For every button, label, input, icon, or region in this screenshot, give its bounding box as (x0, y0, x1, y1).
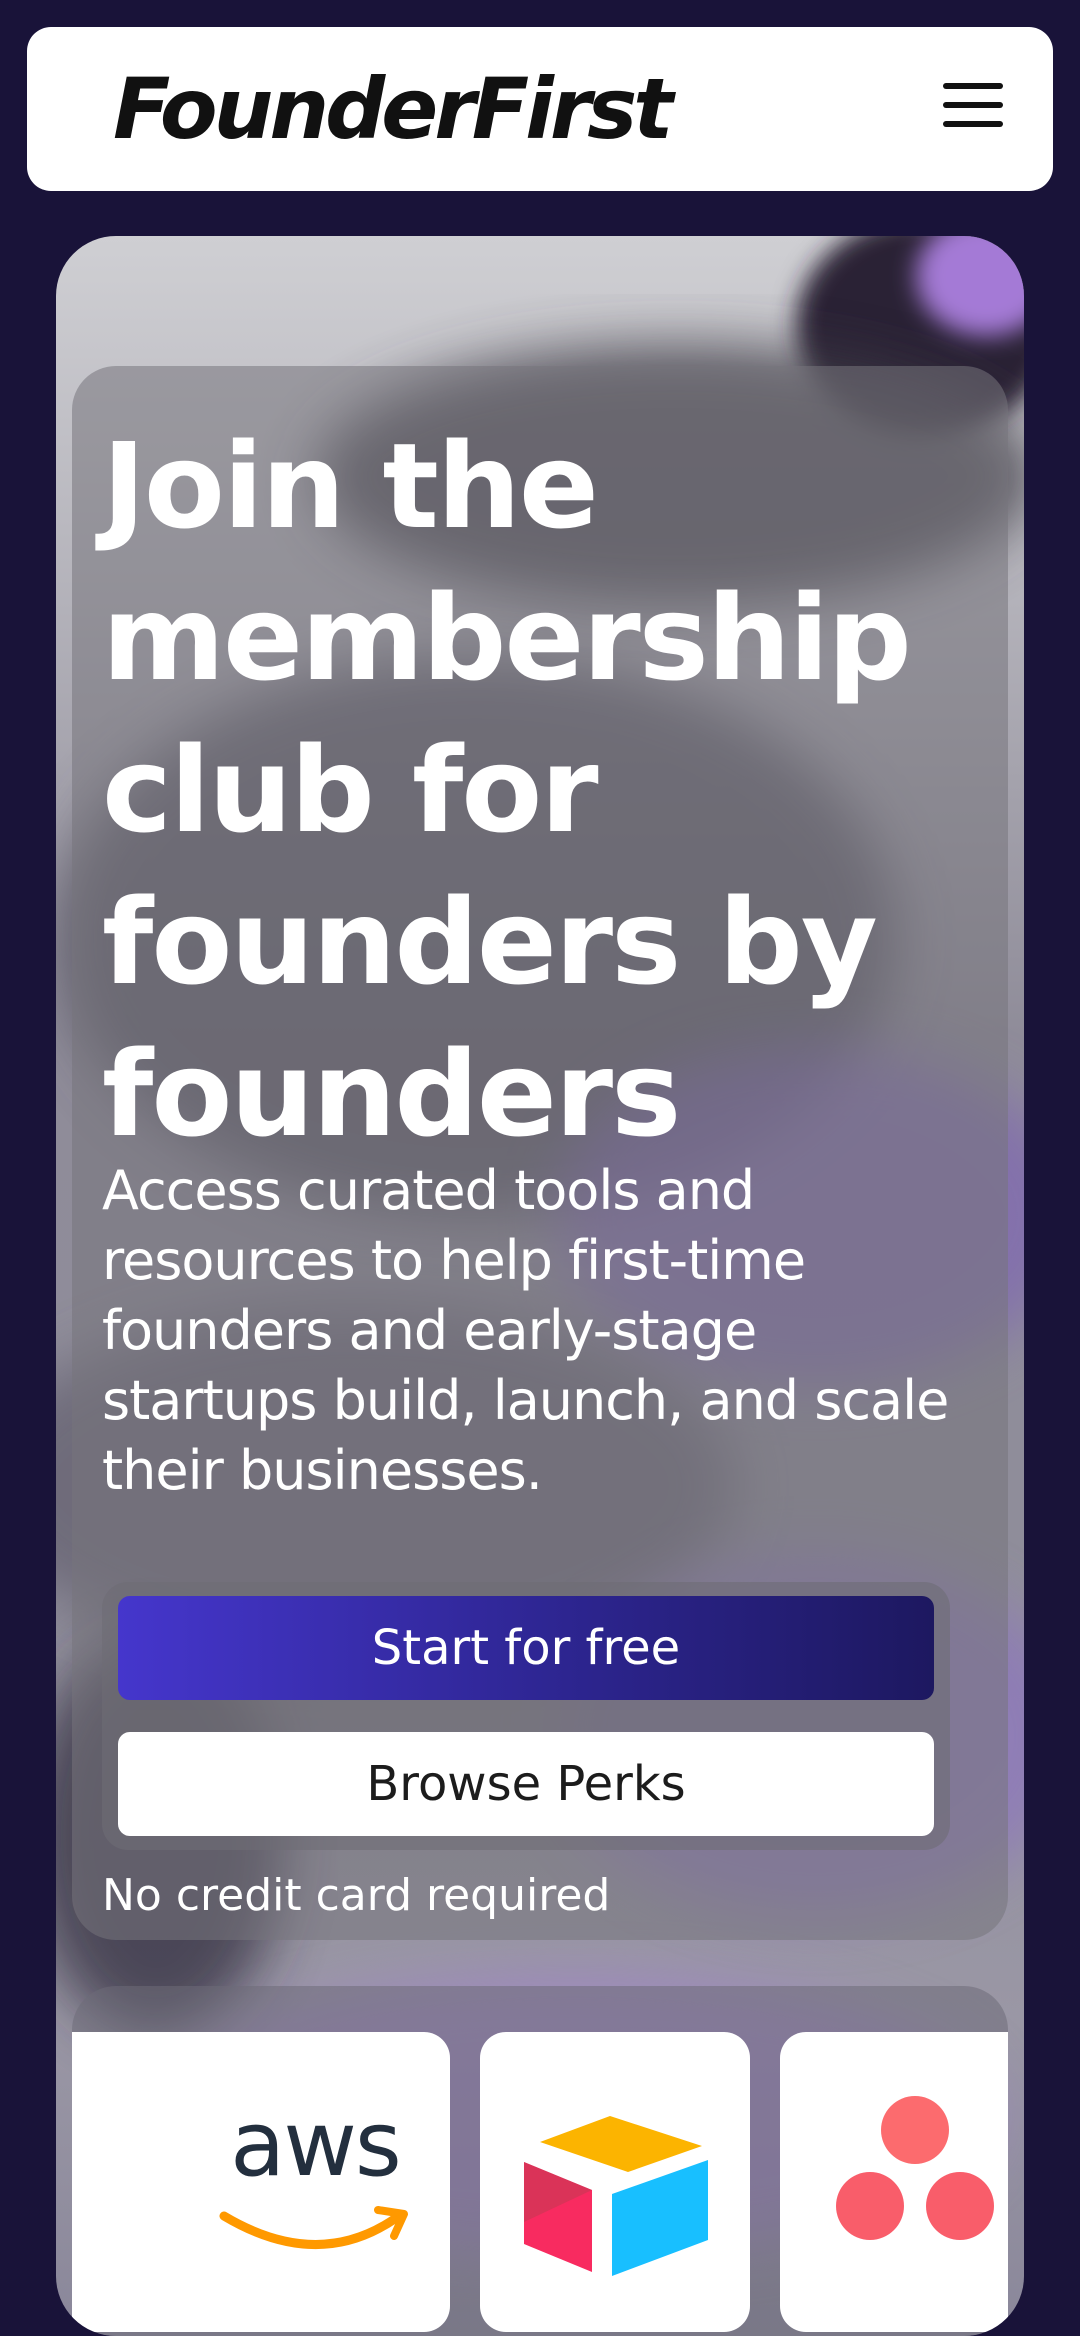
start-for-free-button[interactable]: Start for free (118, 1596, 934, 1700)
brand-logo[interactable]: FounderFirst (113, 57, 673, 162)
hero-section: Join the membership club for founders by… (56, 236, 1024, 2336)
cta-group: Start for free Browse Perks (102, 1582, 950, 1850)
no-credit-card-note: No credit card required (102, 1870, 611, 1921)
hamburger-line (943, 83, 1003, 89)
hero-headline: Join the membership club for founders by… (102, 417, 912, 1163)
top-navbar: FounderFirst (27, 27, 1053, 191)
aws-logo-wordmark: aws (230, 2092, 402, 2197)
hero-subheading: Access curated tools and resources to he… (102, 1159, 949, 1502)
partner-logo-card-airtable[interactable] (480, 2032, 750, 2332)
browse-perks-button[interactable]: Browse Perks (118, 1732, 934, 1836)
hamburger-line (943, 121, 1003, 127)
partner-logos-carousel[interactable]: aws (72, 1986, 1008, 2336)
partner-logo-card-aws[interactable]: aws (180, 2032, 450, 2332)
asana-logo-icon (836, 2096, 994, 2240)
hamburger-menu-button[interactable] (943, 83, 1003, 135)
partner-logo-card-asana[interactable] (780, 2032, 1008, 2332)
aws-smile-icon (219, 2206, 408, 2249)
hero-card: Join the membership club for founders by… (72, 366, 1008, 1940)
hamburger-line (943, 102, 1003, 108)
airtable-logo-icon (524, 2116, 708, 2276)
